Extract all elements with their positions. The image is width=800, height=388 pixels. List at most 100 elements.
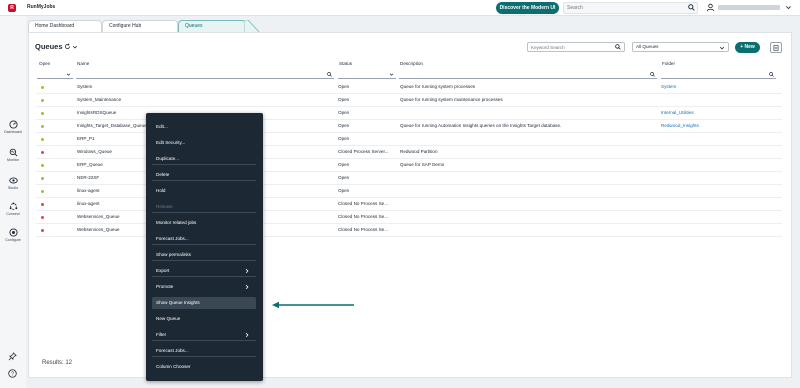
chevron-down-icon[interactable] [785,4,792,11]
sidebar-item-configure[interactable]: Configure [0,228,26,242]
status-dot [41,190,44,193]
queue-status-cell: Open [338,162,350,167]
chevron-down-icon [719,46,725,50]
column-header-name[interactable]: Name [77,61,89,66]
status-dot [41,216,44,219]
callout-arrow [272,301,354,309]
sidebar-item-label: Studio [7,186,19,190]
user-name-redacted[interactable] [718,5,780,10]
menu-item-monitor-related-jobs[interactable]: Monitor related jobs [152,217,256,229]
queue-name-cell: System_Maintenance [77,97,122,102]
menu-item-column-chooser[interactable]: Column Chooser [152,361,256,373]
chevron-down-icon [389,73,394,76]
status-dot [41,86,44,89]
tab-home-dashboard[interactable]: Home Dashboard [28,20,102,32]
column-header-open[interactable]: Open [39,61,50,66]
queue-status-cell: Open [338,188,350,193]
svg-text:?: ? [11,371,14,377]
global-search-input[interactable] [563,2,698,14]
results-count: Results: 12 [42,360,73,366]
column-header-description[interactable]: Description [400,61,423,66]
studio-icon [8,177,18,184]
menu-item-duplicate[interactable]: Duplicate... [152,153,256,165]
menu-item-label: Column Chooser [156,364,191,369]
menu-item-label: Monitor related jobs [156,220,197,225]
queue-status-cell: Closed No Process Se... [338,214,389,219]
configure-icon [8,228,18,237]
export-button[interactable] [770,42,782,53]
queue-folder-cell[interactable]: Redwood_Insights [661,123,771,128]
app-title: RunMyJobs [27,4,56,10]
sidebar-item-monitor[interactable]: Monitor [0,148,26,162]
left-sidebar: Dashboard Monitor Studio Connect Configu… [0,16,26,388]
queue-description-cell: Queue for running system processes [400,84,476,89]
search-icon [769,72,774,77]
queue-folder-cell[interactable]: System [661,84,771,89]
app-logo[interactable]: R [8,4,16,12]
new-queue-button[interactable]: + New [735,42,760,53]
menu-item-show-permalinks[interactable]: Show permalinks [152,249,256,261]
discover-modern-ui-button[interactable]: Discover the Modern UI [496,2,559,14]
table-row[interactable]: System Open Queue for running system proce… [36,81,782,94]
column-header-folder[interactable]: Folder [662,61,675,66]
menu-item-filter[interactable]: Filter [152,329,256,341]
menu-item-edit[interactable]: Edit... [152,121,256,133]
user-icon[interactable] [706,3,715,12]
menu-item-label: Export [156,268,170,273]
menu-item-label: Forecast Jobs... [156,236,189,241]
menu-item-promote[interactable]: Promote [152,281,256,293]
table-row[interactable]: System_Maintenance Open Queue for running … [36,94,782,107]
chevron-down-icon [66,73,71,76]
queue-description-cell: Redwood Partition [400,149,438,154]
pin-icon[interactable] [8,352,17,361]
sidebar-item-dashboard[interactable]: Dashboard [0,120,26,134]
menu-item-delete[interactable]: Delete [152,169,256,181]
menu-item-hold[interactable]: Hold [152,185,256,197]
menu-item-forecast-jobs[interactable]: Forecast Jobs... [152,345,256,357]
queue-folder-cell[interactable]: Internal_Utilities [661,110,771,115]
sidebar-item-studio[interactable]: Studio [0,176,26,190]
search-icon[interactable] [615,44,621,50]
menu-item-label: New Queue [156,316,181,321]
menu-item-show-queue-insights[interactable]: Show Queue Insights [152,297,256,309]
open-filter-dropdown[interactable] [37,70,73,79]
tab-configure-hub[interactable]: Configure Hub [102,20,178,32]
queue-status-cell: Closed No Process Se... [338,201,389,206]
folder-filter-input[interactable] [661,70,776,79]
queue-status-cell: Open [338,110,350,115]
name-filter-input[interactable] [76,70,334,79]
sidebar-item-connect[interactable]: Connect [0,202,26,216]
queue-description-cell: Queue for running system maintenance pro… [400,97,503,102]
search-icon [327,72,332,77]
menu-item-label: Show Queue Insights [156,300,200,305]
chevron-down-icon[interactable] [72,44,78,50]
search-icon[interactable] [688,4,695,11]
help-icon[interactable]: ? [8,369,17,378]
queue-status-cell: Open [338,84,350,89]
menu-item-label: Release [156,204,173,209]
menu-item-edit-security[interactable]: Edit Security... [152,137,256,149]
keyword-search-input[interactable] [527,42,625,52]
menu-item-forecast-jobs[interactable]: Forecast Jobs... [152,233,256,245]
sidebar-item-label: Monitor [7,158,19,162]
menu-item-label: Duplicate... [156,156,179,161]
chevron-right-icon [245,268,249,274]
menu-item-label: Show permalinks [156,252,191,257]
status-dot [41,112,44,115]
menu-item-label: Hold [156,188,166,193]
description-filter-input[interactable] [399,70,657,79]
menu-item-export[interactable]: Export [152,265,256,277]
menu-item-label: Filter [156,332,167,337]
dashboard-icon [8,120,18,129]
status-dot [41,99,44,102]
menu-item-label: Edit Security... [156,140,186,145]
menu-item-new-queue[interactable]: New Queue [152,313,256,325]
queue-status-cell: Open [338,97,350,102]
sidebar-item-label: Dashboard [4,130,22,134]
status-dot [41,203,44,206]
refresh-icon[interactable] [64,43,71,50]
context-menu: Edit... Edit Security... Duplicate... Delet… [146,113,263,381]
queue-filter-select[interactable]: All Queues [632,42,729,52]
column-header-status[interactable]: Status [339,61,352,66]
status-filter-dropdown[interactable] [338,70,396,79]
